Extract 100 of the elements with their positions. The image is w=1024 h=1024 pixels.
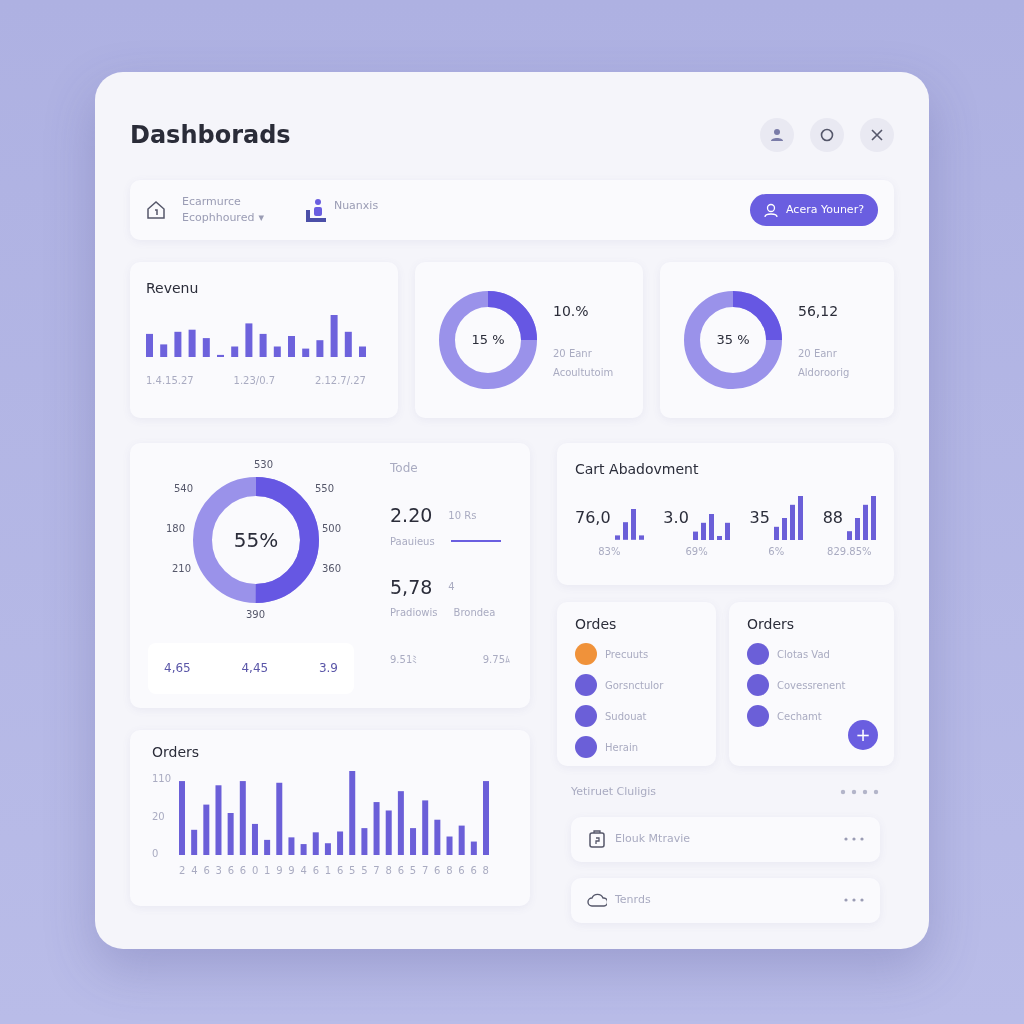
ring-value: 35 % — [716, 331, 750, 350]
axis-label: 4 — [300, 864, 307, 878]
stat-caption: 69% — [685, 545, 708, 559]
bar — [700, 522, 706, 540]
axis-label: 0 — [251, 864, 259, 878]
stat-value: 9.75ﾑ — [482, 653, 510, 667]
axis-label: 8 — [446, 864, 453, 878]
axis-label: 6 — [434, 864, 441, 878]
bar — [325, 843, 331, 855]
bar — [217, 354, 224, 357]
list-row[interactable]: Elouk Mtravie — [571, 816, 880, 862]
bar — [773, 526, 779, 540]
bar — [231, 346, 239, 357]
axis-label: 2.12.7/.27 — [314, 374, 366, 388]
stat-value: 9.51ﾐ — [390, 653, 418, 667]
bar — [614, 535, 620, 540]
bar — [622, 522, 628, 540]
stat-subtext: 20 Eanr — [553, 346, 593, 361]
axis-label: 6 — [239, 864, 247, 878]
circle-icon — [819, 127, 835, 143]
bar — [300, 844, 307, 855]
ring-value: 55% — [233, 527, 279, 554]
bar — [470, 841, 477, 855]
axis-label: 6 — [227, 864, 235, 878]
bar — [191, 829, 198, 855]
bar — [245, 323, 253, 357]
home-icon — [146, 200, 166, 220]
axis-label: 3 — [215, 864, 222, 878]
axis-label: 8 — [482, 864, 489, 878]
card-title: Orders — [747, 615, 796, 634]
bar — [385, 810, 392, 855]
bar — [410, 828, 417, 855]
bar — [397, 791, 404, 855]
stat-value: 3.0 — [663, 507, 689, 529]
axis-label: 5 — [361, 864, 368, 878]
stat-subtext: 20 Eanr — [798, 346, 838, 361]
stat-caption: Aldoroorig — [798, 365, 850, 380]
ring-label: 390 — [246, 608, 266, 622]
bar — [692, 531, 698, 540]
list-item[interactable]: Gorsnctulor — [575, 674, 698, 696]
bar — [359, 346, 366, 357]
stat-caption: Brondea — [453, 606, 496, 620]
stat-value: 76,0 — [575, 507, 611, 529]
close-button[interactable] — [860, 118, 894, 152]
axis-label: 6 — [336, 864, 344, 878]
more-icon[interactable] — [844, 837, 864, 841]
stat-value: 88 — [822, 507, 843, 529]
user-icon — [769, 127, 785, 143]
strip-value: 4,45 — [241, 660, 269, 678]
pagination-dots-icon — [840, 789, 880, 796]
bar — [302, 348, 310, 357]
more-icon[interactable] — [844, 898, 864, 902]
bar — [630, 509, 636, 540]
stat-value: 5,78 — [390, 574, 433, 600]
ring-label: 360 — [322, 562, 342, 576]
bar — [202, 338, 210, 357]
axis-label: 4 — [191, 864, 198, 878]
list-item[interactable]: Clotas Vad — [747, 643, 876, 665]
bar — [344, 331, 352, 357]
circle-button[interactable] — [810, 118, 844, 152]
action-button[interactable]: Acera Youner? — [750, 193, 878, 227]
row-label: Elouk Mtravie — [615, 830, 690, 847]
bar — [863, 504, 868, 540]
user-label: Nuanxis — [333, 198, 379, 214]
axis-label: 5 — [349, 864, 356, 878]
list-item[interactable]: Sudouat — [575, 705, 698, 727]
card-title: Orders — [152, 743, 201, 762]
user-button[interactable] — [760, 118, 794, 152]
close-icon — [869, 127, 885, 143]
axis-label: 6 — [312, 864, 319, 878]
list-row[interactable]: Tenrds — [571, 877, 880, 923]
bar — [227, 813, 234, 855]
bar — [361, 828, 368, 855]
stat-caption: 829.85% — [827, 545, 872, 559]
ring-label: 540 — [174, 482, 194, 496]
bar — [288, 837, 295, 855]
stat-aside: 4 — [448, 580, 455, 595]
bar — [716, 535, 722, 540]
axis-label: 1.23/0.7 — [233, 374, 276, 388]
caret-icon[interactable]: ▾ — [258, 210, 264, 227]
axis-label: 9 — [276, 864, 283, 878]
bar — [781, 518, 787, 540]
ring-label: 530 — [254, 458, 274, 472]
bar — [422, 800, 429, 855]
bar — [789, 504, 795, 540]
list-item[interactable]: Precuuts — [575, 643, 698, 665]
stat-caption: Pradiowis — [390, 606, 438, 620]
list-item[interactable]: Covessrenent — [747, 674, 876, 696]
axis-label: 6 — [397, 864, 404, 878]
window-title: Dashborads — [130, 120, 291, 151]
bar — [871, 496, 876, 540]
axis-tick: 20 — [152, 809, 166, 824]
list-item[interactable]: Herain — [575, 736, 698, 758]
stat-caption: 6% — [768, 545, 785, 559]
stat-value: 35 — [749, 507, 770, 529]
bar — [446, 836, 453, 855]
add-button[interactable]: + — [848, 720, 878, 750]
axis-label: 6 — [470, 864, 477, 878]
bar — [160, 344, 168, 357]
bar — [252, 823, 259, 855]
